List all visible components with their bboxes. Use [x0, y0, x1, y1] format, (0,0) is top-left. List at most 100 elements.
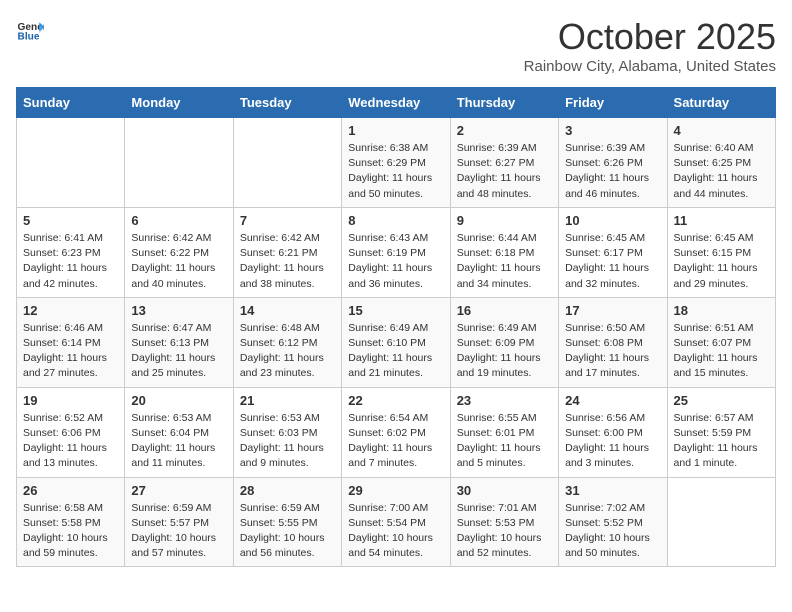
- day-number: 9: [457, 213, 552, 228]
- day-content: Sunrise: 6:40 AM Sunset: 6:25 PM Dayligh…: [674, 141, 769, 202]
- day-number: 16: [457, 303, 552, 318]
- calendar-cell: 6 Sunrise: 6:42 AM Sunset: 6:22 PM Daylig…: [125, 207, 233, 297]
- calendar-cell: 18Sunrise: 6:51 AM Sunset: 6:07 PM Dayli…: [667, 297, 775, 387]
- calendar-cell: 29Sunrise: 7:00 AM Sunset: 5:54 PM Dayli…: [342, 477, 450, 567]
- day-number: 4: [674, 123, 769, 138]
- calendar-week-2: 5Sunrise: 6:41 AM Sunset: 6:23 PM Daylig…: [17, 207, 776, 297]
- day-content: Sunrise: 7:01 AM Sunset: 5:53 PM Dayligh…: [457, 501, 552, 562]
- day-header-friday: Friday: [559, 88, 667, 118]
- calendar-cell: 7 Sunrise: 6:42 AM Sunset: 6:21 PM Daylig…: [233, 207, 341, 297]
- day-number: 25: [674, 393, 769, 408]
- day-number: 3: [565, 123, 660, 138]
- day-content: Sunrise: 6:46 AM Sunset: 6:14 PM Dayligh…: [23, 321, 118, 382]
- day-number: 30: [457, 483, 552, 498]
- calendar-week-1: 1 Sunrise: 6:38 AM Sunset: 6:29 PM Daylig…: [17, 118, 776, 208]
- calendar-cell: 4 Sunrise: 6:40 AM Sunset: 6:25 PM Daylig…: [667, 118, 775, 208]
- calendar-cell: 1 Sunrise: 6:38 AM Sunset: 6:29 PM Daylig…: [342, 118, 450, 208]
- day-number: 1: [348, 123, 443, 138]
- logo-icon: General Blue: [16, 16, 44, 44]
- day-content: Sunrise: 6:52 AM Sunset: 6:06 PM Dayligh…: [23, 411, 118, 472]
- title-block: October 2025 Rainbow City, Alabama, Unit…: [524, 16, 776, 75]
- day-content: Sunrise: 6:42 AM Sunset: 6:21 PM Dayligh…: [240, 231, 335, 292]
- day-number: 11: [674, 213, 769, 228]
- day-content: Sunrise: 6:54 AM Sunset: 6:02 PM Dayligh…: [348, 411, 443, 472]
- day-content: Sunrise: 6:39 AM Sunset: 6:26 PM Dayligh…: [565, 141, 660, 202]
- calendar-cell: [125, 118, 233, 208]
- calendar-cell: 8 Sunrise: 6:43 AM Sunset: 6:19 PM Daylig…: [342, 207, 450, 297]
- calendar-cell: 20 Sunrise: 6:53 AM Sunset: 6:04 PM Dayli…: [125, 387, 233, 477]
- day-number: 19: [23, 393, 118, 408]
- day-content: Sunrise: 6:55 AM Sunset: 6:01 PM Dayligh…: [457, 411, 552, 472]
- day-number: 17: [565, 303, 660, 318]
- page-header: General Blue October 2025 Rainbow City, …: [16, 16, 776, 75]
- day-content: Sunrise: 6:56 AM Sunset: 6:00 PM Dayligh…: [565, 411, 660, 472]
- day-content: Sunrise: 6:59 AM Sunset: 5:57 PM Dayligh…: [131, 501, 226, 562]
- day-content: Sunrise: 6:57 AM Sunset: 5:59 PM Dayligh…: [674, 411, 769, 472]
- day-number: 6: [131, 213, 226, 228]
- day-content: Sunrise: 6:38 AM Sunset: 6:29 PM Dayligh…: [348, 141, 443, 202]
- calendar-cell: 3 Sunrise: 6:39 AM Sunset: 6:26 PM Daylig…: [559, 118, 667, 208]
- day-number: 12: [23, 303, 118, 318]
- day-number: 13: [131, 303, 226, 318]
- calendar-cell: 9 Sunrise: 6:44 AM Sunset: 6:18 PM Daylig…: [450, 207, 558, 297]
- day-header-monday: Monday: [125, 88, 233, 118]
- day-number: 28: [240, 483, 335, 498]
- day-number: 29: [348, 483, 443, 498]
- calendar-cell: 5Sunrise: 6:41 AM Sunset: 6:23 PM Daylig…: [17, 207, 125, 297]
- calendar-week-5: 26Sunrise: 6:58 AM Sunset: 5:58 PM Dayli…: [17, 477, 776, 567]
- calendar-cell: 14 Sunrise: 6:48 AM Sunset: 6:12 PM Dayli…: [233, 297, 341, 387]
- calendar-cell: 24 Sunrise: 6:56 AM Sunset: 6:00 PM Dayli…: [559, 387, 667, 477]
- calendar-header-row: SundayMondayTuesdayWednesdayThursdayFrid…: [17, 88, 776, 118]
- calendar-table: SundayMondayTuesdayWednesdayThursdayFrid…: [16, 87, 776, 567]
- day-content: Sunrise: 6:49 AM Sunset: 6:09 PM Dayligh…: [457, 321, 552, 382]
- calendar-cell: [17, 118, 125, 208]
- calendar-cell: 2 Sunrise: 6:39 AM Sunset: 6:27 PM Daylig…: [450, 118, 558, 208]
- calendar-cell: 17 Sunrise: 6:50 AM Sunset: 6:08 PM Dayli…: [559, 297, 667, 387]
- day-number: 8: [348, 213, 443, 228]
- calendar-cell: 15Sunrise: 6:49 AM Sunset: 6:10 PM Dayli…: [342, 297, 450, 387]
- calendar-cell: 27Sunrise: 6:59 AM Sunset: 5:57 PM Dayli…: [125, 477, 233, 567]
- day-number: 2: [457, 123, 552, 138]
- svg-text:Blue: Blue: [18, 31, 40, 42]
- day-number: 24: [565, 393, 660, 408]
- day-content: Sunrise: 6:59 AM Sunset: 5:55 PM Dayligh…: [240, 501, 335, 562]
- day-header-saturday: Saturday: [667, 88, 775, 118]
- calendar-cell: 22Sunrise: 6:54 AM Sunset: 6:02 PM Dayli…: [342, 387, 450, 477]
- calendar-cell: [233, 118, 341, 208]
- day-header-thursday: Thursday: [450, 88, 558, 118]
- day-content: Sunrise: 7:02 AM Sunset: 5:52 PM Dayligh…: [565, 501, 660, 562]
- calendar-cell: 25 Sunrise: 6:57 AM Sunset: 5:59 PM Dayli…: [667, 387, 775, 477]
- day-content: Sunrise: 6:45 AM Sunset: 6:17 PM Dayligh…: [565, 231, 660, 292]
- day-content: Sunrise: 6:53 AM Sunset: 6:04 PM Dayligh…: [131, 411, 226, 472]
- day-number: 21: [240, 393, 335, 408]
- calendar-cell: 31 Sunrise: 7:02 AM Sunset: 5:52 PM Dayli…: [559, 477, 667, 567]
- location-subtitle: Rainbow City, Alabama, United States: [524, 58, 776, 75]
- day-number: 18: [674, 303, 769, 318]
- calendar-cell: 26Sunrise: 6:58 AM Sunset: 5:58 PM Dayli…: [17, 477, 125, 567]
- calendar-cell: 21 Sunrise: 6:53 AM Sunset: 6:03 PM Dayli…: [233, 387, 341, 477]
- day-content: Sunrise: 6:44 AM Sunset: 6:18 PM Dayligh…: [457, 231, 552, 292]
- calendar-cell: 13Sunrise: 6:47 AM Sunset: 6:13 PM Dayli…: [125, 297, 233, 387]
- calendar-cell: 11 Sunrise: 6:45 AM Sunset: 6:15 PM Dayli…: [667, 207, 775, 297]
- calendar-cell: 23Sunrise: 6:55 AM Sunset: 6:01 PM Dayli…: [450, 387, 558, 477]
- day-number: 31: [565, 483, 660, 498]
- calendar-cell: 16 Sunrise: 6:49 AM Sunset: 6:09 PM Dayli…: [450, 297, 558, 387]
- day-number: 15: [348, 303, 443, 318]
- day-content: Sunrise: 6:45 AM Sunset: 6:15 PM Dayligh…: [674, 231, 769, 292]
- day-header-tuesday: Tuesday: [233, 88, 341, 118]
- calendar-cell: 28 Sunrise: 6:59 AM Sunset: 5:55 PM Dayli…: [233, 477, 341, 567]
- day-number: 10: [565, 213, 660, 228]
- day-number: 20: [131, 393, 226, 408]
- day-content: Sunrise: 6:48 AM Sunset: 6:12 PM Dayligh…: [240, 321, 335, 382]
- day-content: Sunrise: 6:39 AM Sunset: 6:27 PM Dayligh…: [457, 141, 552, 202]
- day-header-sunday: Sunday: [17, 88, 125, 118]
- day-content: Sunrise: 6:43 AM Sunset: 6:19 PM Dayligh…: [348, 231, 443, 292]
- day-number: 5: [23, 213, 118, 228]
- calendar-cell: 30 Sunrise: 7:01 AM Sunset: 5:53 PM Dayli…: [450, 477, 558, 567]
- day-number: 26: [23, 483, 118, 498]
- day-number: 7: [240, 213, 335, 228]
- day-number: 14: [240, 303, 335, 318]
- day-content: Sunrise: 6:53 AM Sunset: 6:03 PM Dayligh…: [240, 411, 335, 472]
- day-content: Sunrise: 6:42 AM Sunset: 6:22 PM Dayligh…: [131, 231, 226, 292]
- day-content: Sunrise: 6:50 AM Sunset: 6:08 PM Dayligh…: [565, 321, 660, 382]
